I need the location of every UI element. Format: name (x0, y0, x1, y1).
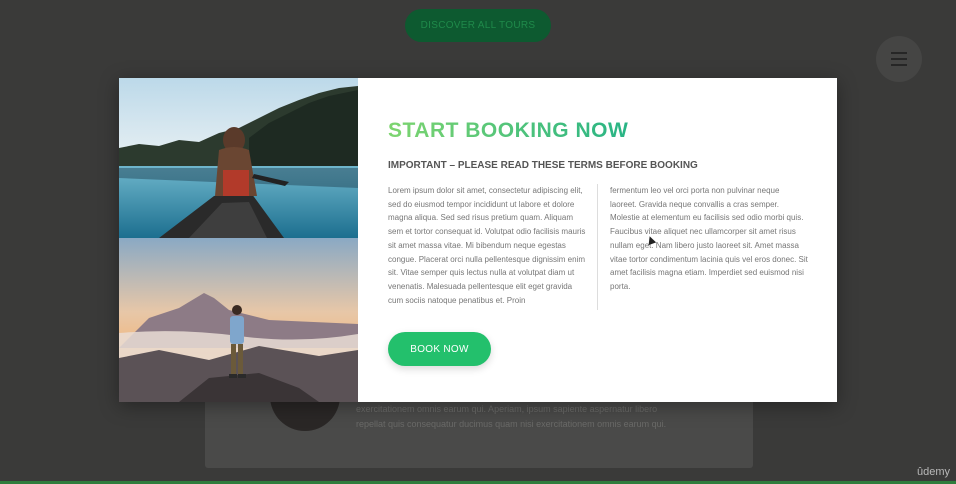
discover-all-tours-button[interactable]: DISCOVER ALL TOURS (405, 9, 551, 42)
background-text-line: repellat quis consequatur ducimus quam n… (356, 419, 667, 429)
book-now-button[interactable]: BOOK NOW (388, 332, 491, 366)
popup-content: START BOOKING NOW IMPORTANT – PLEASE REA… (388, 78, 818, 402)
popup-text-column-2: fermentum leo vel orci porta non pulvina… (610, 186, 808, 291)
menu-line (891, 52, 907, 54)
popup-title: START BOOKING NOW (388, 119, 629, 142)
menu-line (891, 58, 907, 60)
background-story-text: exercitationem omnis earum qui. Aperiam,… (356, 402, 696, 432)
booking-popup: START BOOKING NOW IMPORTANT – PLEASE REA… (119, 78, 837, 402)
popup-subtitle: IMPORTANT – PLEASE READ THESE TERMS BEFO… (388, 160, 698, 171)
popup-text-column-1: Lorem ipsum dolor sit amet, consectetur … (388, 186, 586, 305)
mountain-hiker-photo (119, 238, 358, 402)
popup-image-lake-canoe (119, 78, 358, 238)
menu-line (891, 64, 907, 66)
navigation-menu-button[interactable] (876, 36, 922, 82)
popup-image-mountain-hiker (119, 238, 358, 402)
lake-canoe-photo (119, 78, 358, 238)
column-divider (597, 184, 598, 310)
background-text-line: exercitationem omnis earum qui. Aperiam,… (356, 404, 658, 414)
udemy-watermark: ûdemy (916, 466, 950, 478)
